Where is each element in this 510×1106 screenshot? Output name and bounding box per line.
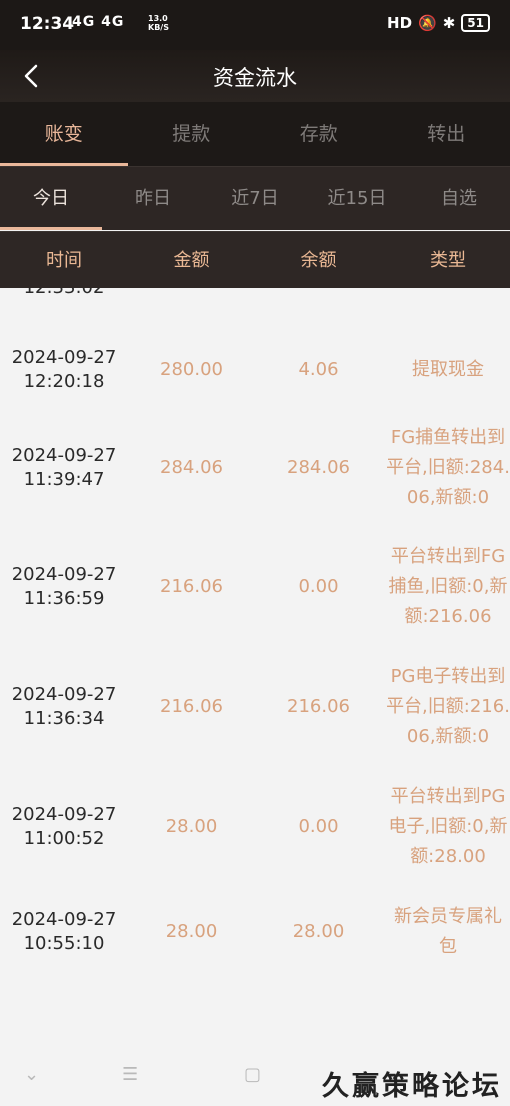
table-row: 2024-09-27 11:39:47 284.06 284.06 FG捕鱼转出… — [0, 423, 510, 513]
record-type: 平台转出到FG捕鱼,旧额:0,新额:216.06 — [388, 546, 508, 627]
main-tabs: 账变 提款 存款 转出 — [0, 102, 510, 166]
table-row: 2024-09-27 11:00:52 28.00 0.00 平台转出到PG电子… — [0, 782, 510, 872]
record-balance: 284.06 — [287, 457, 350, 478]
record-time-clock: 12:20:18 — [23, 371, 105, 392]
status-bar: 12:34 4G 4G 13.0 KB/S HD 🔕 ✱ 51 — [0, 0, 510, 50]
column-amount: 金额 — [173, 250, 210, 271]
records-list[interactable]: 12:33:02 2024-09-27 12:20:18 280.00 4.06… — [0, 288, 510, 1048]
record-type: 平台转出到PG电子,旧额:0,新额:28.00 — [388, 786, 508, 867]
speed-unit: KB/S — [148, 23, 169, 32]
record-balance: 4.06 — [298, 359, 339, 380]
record-time-clock: 11:36:59 — [23, 588, 105, 609]
home-square-icon[interactable]: ▢ — [244, 1064, 261, 1085]
status-right: HD 🔕 ✱ 51 — [387, 14, 490, 32]
network-indicator: 4G 4G — [72, 14, 125, 30]
page-title: 资金流水 — [213, 66, 297, 90]
record-amount: 216.06 — [160, 696, 223, 717]
record-time: 12:33:02 — [0, 288, 128, 300]
column-balance: 余额 — [300, 250, 337, 271]
menu-icon[interactable]: ☰ — [122, 1064, 138, 1085]
tab-transfer-out[interactable]: 转出 — [383, 102, 510, 166]
record-type: 新会员专属礼包 — [394, 906, 502, 957]
table-row: 2024-09-27 10:55:10 28.00 28.00 新会员专属礼包 — [0, 902, 510, 962]
record-type: 提取现金 — [412, 359, 484, 380]
status-time: 12:34 — [20, 14, 75, 34]
record-time: 2024-09-27 11:00:52 — [0, 803, 128, 851]
date-tabs: 今日 昨日 近7日 近15日 自选 — [0, 166, 510, 230]
column-time: 时间 — [46, 250, 82, 271]
record-date: 2024-09-27 — [11, 804, 117, 825]
record-balance: 0.00 — [298, 816, 339, 837]
record-type: FG捕鱼转出到平台,旧额:284.06,新额:0 — [386, 427, 510, 508]
chevron-down-icon[interactable]: ⌄ — [24, 1064, 39, 1085]
tab-account-change[interactable]: 账变 — [0, 102, 128, 166]
speed-value: 13.0 — [148, 14, 168, 23]
tab-custom[interactable]: 自选 — [408, 167, 510, 230]
network-speed: 13.0 KB/S — [148, 14, 169, 32]
record-time-clock: 10:55:10 — [23, 933, 105, 954]
record-amount: 280.00 — [160, 359, 223, 380]
record-time-clock: 11:39:47 — [23, 469, 105, 490]
tab-today[interactable]: 今日 — [0, 167, 102, 230]
record-type: PG电子转出到平台,旧额:216.06,新额:0 — [386, 666, 510, 747]
record-amount: 216.06 — [160, 576, 223, 597]
tab-last-7-days[interactable]: 近7日 — [204, 167, 306, 230]
battery-icon: 51 — [461, 14, 490, 32]
watermark-text: 久赢策略论坛 — [322, 1071, 502, 1102]
mute-icon: 🔕 — [418, 14, 437, 32]
tab-withdraw[interactable]: 提款 — [128, 102, 256, 166]
record-date: 2024-09-27 — [11, 909, 117, 930]
tab-deposit[interactable]: 存款 — [255, 102, 383, 166]
record-amount: 284.06 — [160, 457, 223, 478]
record-time: 2024-09-27 11:39:47 — [0, 444, 128, 492]
record-balance: 28.00 — [292, 921, 345, 942]
column-type: 类型 — [430, 250, 466, 271]
nav-bar: 资金流水 — [0, 50, 510, 102]
table-row: 2024-09-27 12:20:18 280.00 4.06 提取现金 — [0, 340, 510, 400]
record-time: 2024-09-27 10:55:10 — [0, 908, 128, 956]
tab-yesterday[interactable]: 昨日 — [102, 167, 204, 230]
record-date: 2024-09-27 — [11, 445, 117, 466]
record-amount: 28.00 — [165, 921, 218, 942]
record-time: 2024-09-27 11:36:34 — [0, 683, 128, 731]
hd-indicator: HD — [387, 14, 413, 32]
record-time: 2024-09-27 12:20:18 — [0, 346, 128, 394]
tab-last-15-days[interactable]: 近15日 — [306, 167, 408, 230]
record-time-clock: 11:00:52 — [23, 828, 105, 849]
table-header: 时间 金额 余额 类型 — [0, 231, 510, 288]
record-time-clock: 11:36:34 — [23, 708, 105, 729]
record-balance: 216.06 — [287, 696, 350, 717]
table-row: 2024-09-27 11:36:34 216.06 216.06 PG电子转出… — [0, 662, 510, 752]
record-date: 2024-09-27 — [11, 347, 117, 368]
bluetooth-icon: ✱ — [442, 14, 456, 32]
table-row: 12:33:02 — [0, 288, 510, 300]
record-time: 2024-09-27 11:36:59 — [0, 563, 128, 611]
record-date: 2024-09-27 — [11, 684, 117, 705]
record-balance: 0.00 — [298, 576, 339, 597]
record-date: 2024-09-27 — [11, 564, 117, 585]
record-amount: 28.00 — [165, 816, 218, 837]
table-row: 2024-09-27 11:36:59 216.06 0.00 平台转出到FG捕… — [0, 542, 510, 632]
record-time-clock: 12:33:02 — [0, 288, 128, 300]
